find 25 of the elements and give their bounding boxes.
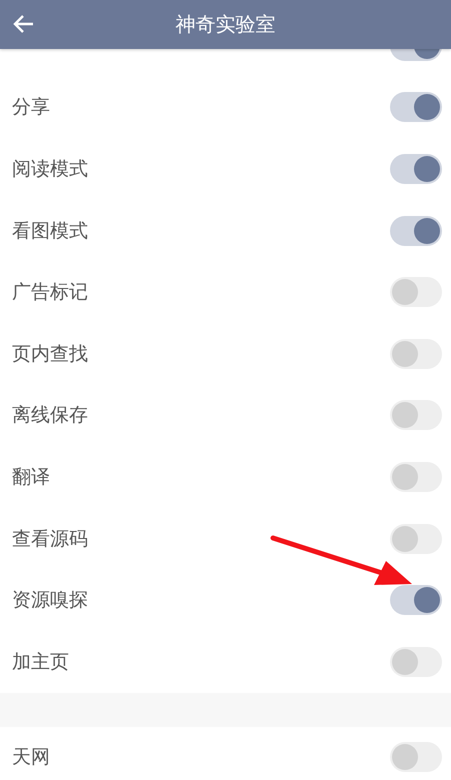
- toggle-switch[interactable]: [390, 585, 442, 616]
- toggle-switch[interactable]: [390, 154, 442, 184]
- toggle-switch[interactable]: [390, 524, 442, 554]
- back-icon[interactable]: [13, 14, 35, 34]
- toggle-switch[interactable]: [390, 49, 442, 61]
- toggle-switch[interactable]: [390, 92, 442, 122]
- toggle-switch[interactable]: [390, 646, 442, 677]
- setting-label: 看图模式: [12, 218, 88, 244]
- setting-label: 页内查找: [12, 342, 88, 367]
- setting-label: 离线保存: [12, 403, 88, 428]
- toggle-switch[interactable]: [390, 338, 442, 369]
- toggle-switch[interactable]: [390, 462, 442, 492]
- setting-label: 分享: [12, 95, 50, 120]
- setting-label: 天网: [12, 745, 50, 770]
- toggle-switch[interactable]: [390, 216, 442, 246]
- toggle-switch[interactable]: [390, 277, 442, 308]
- setting-label: 翻译: [12, 464, 50, 490]
- setting-label: 加主页: [12, 650, 69, 675]
- setting-label: 广告标记: [12, 280, 88, 306]
- setting-label: 阅读模式: [12, 156, 88, 182]
- setting-label: 资源嗅探: [12, 588, 88, 614]
- toggle-switch[interactable]: [390, 742, 442, 772]
- page-title: 神奇实验室: [176, 11, 276, 38]
- toggle-switch[interactable]: [390, 400, 442, 430]
- setting-label: 查看源码: [12, 526, 88, 552]
